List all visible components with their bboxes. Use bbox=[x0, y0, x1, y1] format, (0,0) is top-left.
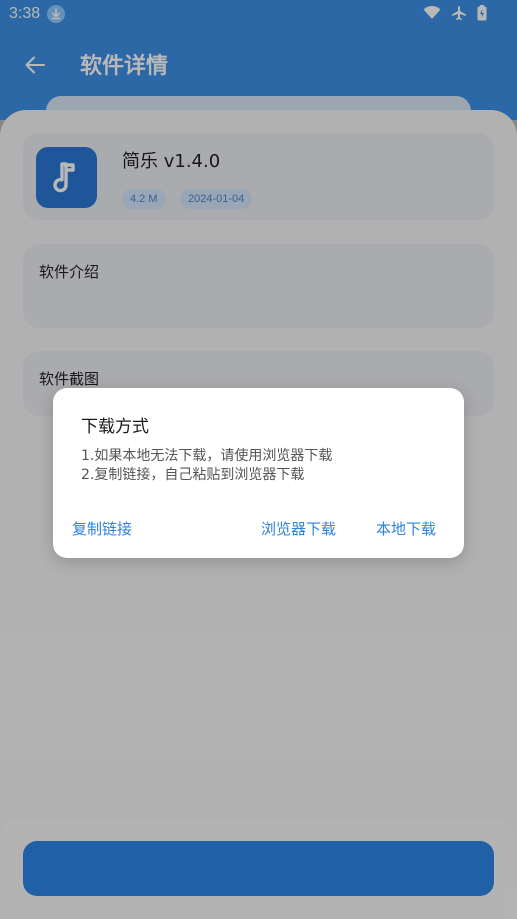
local-download-button[interactable]: 本地下载 bbox=[376, 518, 436, 539]
browser-download-button[interactable]: 浏览器下载 bbox=[261, 518, 336, 539]
dialog-message-line-1: 1.如果本地无法下载，请使用浏览器下载 bbox=[81, 448, 333, 464]
dialog-title: 下载方式 bbox=[81, 417, 149, 437]
dialog-message-line-2: 2.复制链接，自己粘贴到浏览器下载 bbox=[81, 467, 305, 483]
download-method-dialog: 下载方式 1.如果本地无法下载，请使用浏览器下载 2.复制链接，自己粘贴到浏览器… bbox=[53, 388, 464, 558]
copy-link-button[interactable]: 复制链接 bbox=[72, 518, 132, 539]
